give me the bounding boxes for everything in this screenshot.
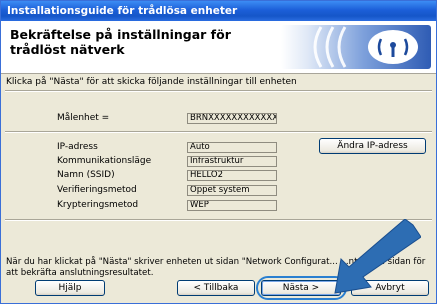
settings-value-mode: Infrastruktur <box>187 156 277 167</box>
divider <box>5 131 432 133</box>
target-value: BRNXXXXXXXXXXXX <box>187 113 277 124</box>
settings-label-ssid: Namn (SSID) <box>57 170 115 180</box>
settings-value-encryption: WEP <box>187 200 277 211</box>
settings-label-mode: Kommunikationsläge <box>57 156 152 166</box>
window-title: Installationsguide för trådlösa enheter <box>1 1 436 21</box>
instruction-text: Klicka på "Nästa" för att skicka följand… <box>6 77 297 87</box>
pointer-arrow-icon <box>334 219 421 294</box>
installer-window: Installationsguide för trådlösa enheter … <box>0 0 437 304</box>
wireless-banner-graphic <box>313 26 418 68</box>
settings-label-ip: IP-adress <box>57 142 98 152</box>
divider <box>5 90 432 92</box>
wireless-signal-icon <box>281 25 431 69</box>
settings-value-ssid: HELLO2 <box>187 170 277 181</box>
settings-value-auth: Öppet system <box>187 185 277 196</box>
back-button[interactable]: < Tillbaka <box>177 280 255 296</box>
settings-label-encryption: Krypteringsmetod <box>57 200 139 210</box>
change-ip-button[interactable]: Ändra IP-adress <box>319 138 426 154</box>
page-title: Bekräftelse på inställningar för trådlös… <box>10 27 231 57</box>
settings-value-ip: Auto <box>187 142 277 153</box>
settings-label-auth: Verifieringsmetod <box>57 185 137 195</box>
header-panel: Bekräftelse på inställningar för trådlös… <box>1 21 436 74</box>
target-label: Målenhet = <box>57 113 110 123</box>
help-button[interactable]: Hjälp <box>35 280 105 296</box>
